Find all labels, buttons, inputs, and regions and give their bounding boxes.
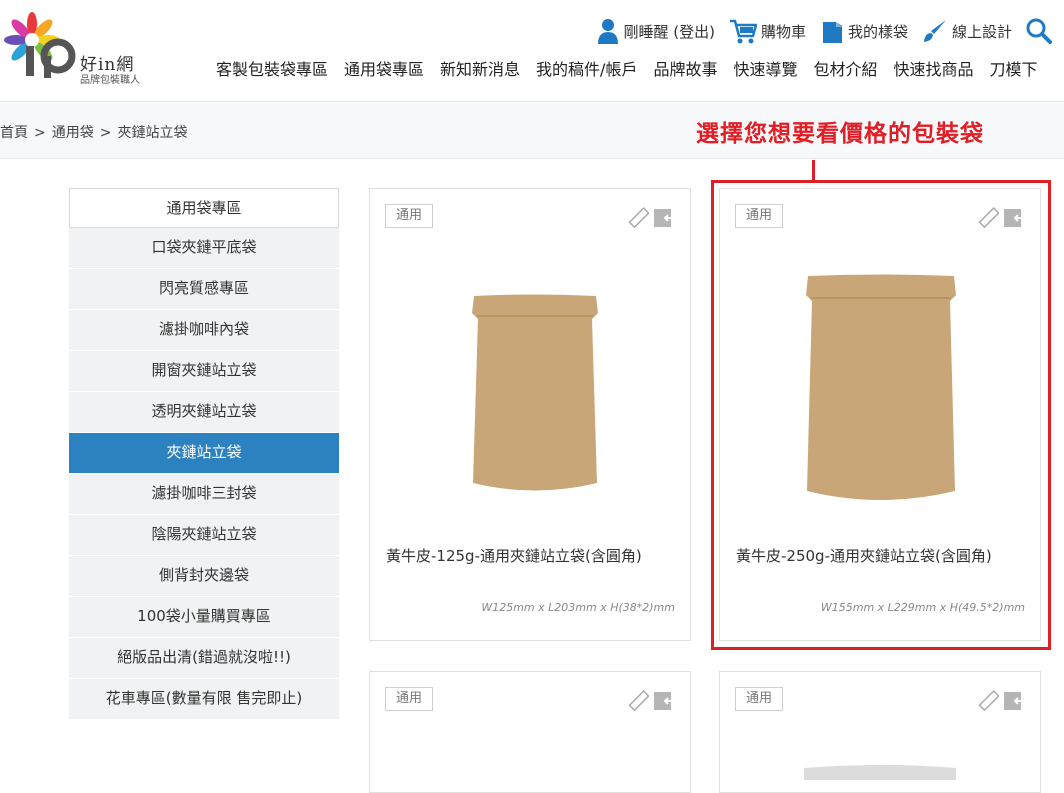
- nav-die-cut[interactable]: 刀模下: [990, 56, 1038, 80]
- cart-link[interactable]: 購物車: [729, 18, 806, 44]
- sidebar-header[interactable]: 通用袋專區: [69, 188, 339, 228]
- account-label: 剛睡醒 (登出): [623, 22, 715, 41]
- sidebar-item[interactable]: 口袋夾鏈平底袋: [69, 228, 339, 269]
- product-card[interactable]: 通用 黃牛皮-125g-通用夾鏈站立袋(含圓角) W125mm x L203mm…: [369, 188, 691, 641]
- breadcrumb-generic[interactable]: 通用袋: [52, 125, 94, 141]
- sidebar-item[interactable]: 絕版品出清(錯過就沒啦!!): [69, 638, 339, 679]
- add-to-cart-icon[interactable]: [1003, 690, 1025, 712]
- product-card[interactable]: 通用: [719, 671, 1041, 793]
- cart-label: 購物車: [760, 22, 806, 41]
- nav-quick-guide[interactable]: 快速導覽: [733, 56, 797, 80]
- product-tag: 通用: [735, 687, 783, 711]
- brand-logo[interactable]: 好in網 品牌包裝職人: [2, 10, 152, 86]
- brand-tagline: 品牌包裝職人: [80, 75, 140, 86]
- sample-bag-link[interactable]: 我的樣袋: [820, 18, 908, 44]
- sidebar-item[interactable]: 透明夾鏈站立袋: [69, 392, 339, 433]
- ruler-icon[interactable]: [627, 207, 649, 229]
- account-link[interactable]: 剛睡醒 (登出): [597, 18, 715, 44]
- breadcrumb-home[interactable]: 首頁: [0, 125, 28, 141]
- breadcrumb-current: 夾鏈站立袋: [117, 125, 188, 141]
- nav-materials[interactable]: 包材介紹: [813, 56, 877, 80]
- nav-generic-bags[interactable]: 通用袋專區: [344, 56, 424, 80]
- ruler-icon[interactable]: [627, 690, 649, 712]
- top-links: 剛睡醒 (登出) 購物車 我的樣袋 線上設計: [597, 14, 1064, 48]
- annotation-pointer: [812, 160, 815, 182]
- nav-my-account[interactable]: 我的稿件/帳戶: [536, 56, 637, 80]
- sidebar-item[interactable]: 濾掛咖啡三封袋: [69, 474, 339, 515]
- silver-pouch-image: [804, 765, 956, 780]
- online-design-label: 線上設計: [951, 22, 1012, 41]
- online-design-link[interactable]: 線上設計: [922, 18, 1012, 44]
- sidebar-item[interactable]: 濾掛咖啡內袋: [69, 310, 339, 351]
- sidebar-item[interactable]: 陰陽夾鏈站立袋: [69, 515, 339, 556]
- search-button[interactable]: [1026, 18, 1052, 44]
- product-tag: 通用: [385, 687, 433, 711]
- cart-icon: [729, 19, 757, 44]
- instruction-annotation: 選擇您想要看價格的包裝袋: [696, 121, 984, 147]
- site-header: 好in網 品牌包裝職人 剛睡醒 (登出) 購物車 我的樣袋 線上設計 客製包裝袋…: [0, 0, 1064, 101]
- nav-custom-bags[interactable]: 客製包裝袋專區: [216, 56, 328, 80]
- nav-brand-story[interactable]: 品牌故事: [653, 56, 717, 80]
- sidebar-item[interactable]: 閃亮質感專區: [69, 269, 339, 310]
- sidebar-item[interactable]: 開窗夾鏈站立袋: [69, 351, 339, 392]
- sample-bag-label: 我的樣袋: [847, 22, 908, 41]
- nav-news[interactable]: 新知新消息: [440, 56, 520, 80]
- search-icon: [1026, 18, 1052, 44]
- breadcrumb: 首頁 > 通用袋 > 夾鏈站立袋: [0, 125, 188, 141]
- sidebar-item[interactable]: 側背封夾邊袋: [69, 556, 339, 597]
- kraft-pouch-image: [472, 294, 598, 491]
- product-tag: 通用: [385, 204, 433, 228]
- ruler-icon[interactable]: [977, 690, 999, 712]
- product-card[interactable]: 通用: [369, 671, 691, 793]
- bag-icon: [822, 22, 842, 43]
- product-dimensions: W125mm x L203mm x H(38*2)mm: [481, 601, 675, 614]
- category-sidebar: 通用袋專區 口袋夾鏈平底袋 閃亮質感專區 濾掛咖啡內袋 開窗夾鏈站立袋 透明夾鏈…: [69, 188, 339, 720]
- product-title[interactable]: 黃牛皮-125g-通用夾鏈站立袋(含圓角): [386, 545, 642, 566]
- flower-logo-icon: [4, 12, 76, 78]
- sidebar-item-active[interactable]: 夾鏈站立袋: [69, 433, 339, 474]
- sidebar-item[interactable]: 100袋小量購買專區: [69, 597, 339, 638]
- sidebar-item[interactable]: 花車專區(數量有限 售完即止): [69, 679, 339, 720]
- add-to-cart-icon[interactable]: [653, 690, 675, 712]
- user-icon: [598, 19, 619, 44]
- main-nav: 客製包裝袋專區 通用袋專區 新知新消息 我的稿件/帳戶 品牌故事 快速導覽 包材…: [216, 56, 1038, 80]
- selection-highlight: [711, 180, 1051, 650]
- brush-icon: [923, 20, 946, 42]
- add-to-cart-icon[interactable]: [653, 207, 675, 229]
- nav-quick-find[interactable]: 快速找商品: [894, 56, 974, 80]
